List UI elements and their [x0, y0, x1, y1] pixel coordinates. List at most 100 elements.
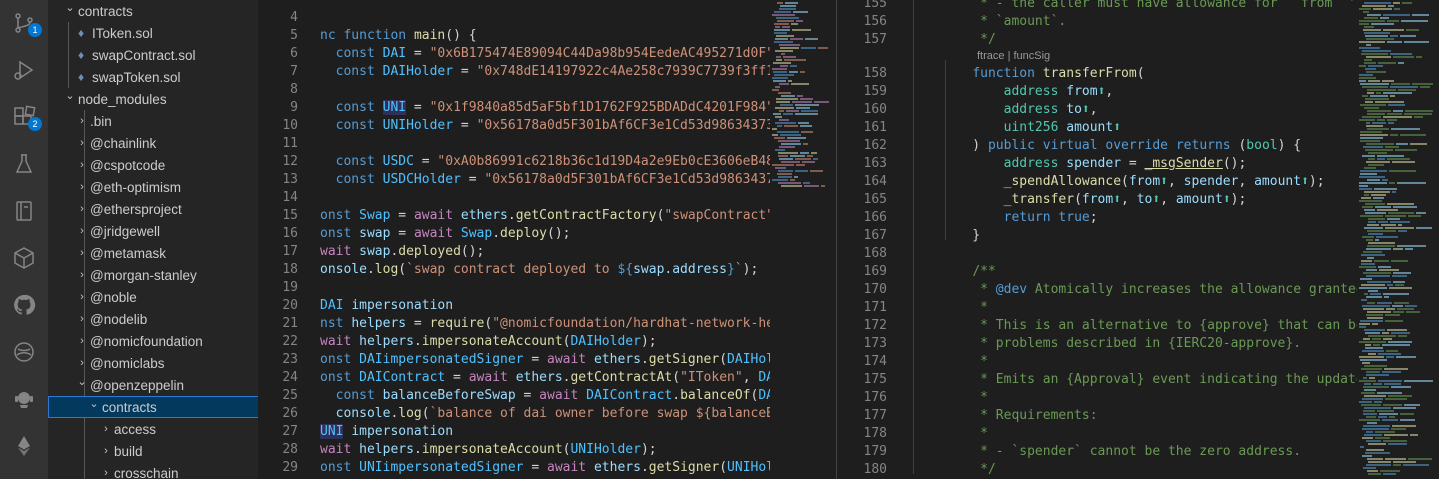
folder-item[interactable]: › build — [48, 440, 258, 462]
code-line[interactable]: 10 const UNIHolder = "0x56178a0d5F301bAf… — [258, 117, 770, 135]
codelens[interactable]: ftrace | funcSig — [977, 50, 1050, 62]
run-debug-icon[interactable] — [8, 54, 40, 86]
folder-item[interactable]: › .bin — [48, 110, 258, 132]
code-line[interactable]: 180 */ — [837, 461, 1357, 479]
code-line[interactable]: 16 onst swap = await Swap.deploy(); — [258, 225, 770, 243]
folder-item[interactable]: › @morgan-stanley — [48, 264, 258, 286]
code-line[interactable]: 158 function transferFrom( — [837, 65, 1357, 83]
code-line[interactable]: 11 — [258, 135, 770, 153]
folder-item[interactable]: › @cspotcode — [48, 154, 258, 176]
minimap-line — [1368, 152, 1387, 154]
folder-item[interactable]: › @chainlink — [48, 132, 258, 154]
testing-icon[interactable] — [8, 148, 40, 180]
code-line[interactable]: 5 nc function main() { — [258, 27, 770, 45]
code-line[interactable]: 28 wait helpers.impersonateAccount(UNIHol… — [258, 441, 770, 459]
code-line[interactable]: 9 const UNI = "0x1f9840a85d5aF5bf1D1762F… — [258, 99, 770, 117]
code-line[interactable]: 19 — [258, 279, 770, 297]
folder-item[interactable]: ⌄ @openzeppelin — [48, 374, 258, 396]
folder-item[interactable]: ⌄ node_modules — [48, 88, 258, 110]
code-line[interactable]: 14 — [258, 189, 770, 207]
line-number: 20 — [282, 298, 298, 313]
code-line[interactable]: 8 — [258, 81, 770, 99]
code-line[interactable]: 6 const DAI = "0x6B175474E89094C44Da98b9… — [258, 45, 770, 63]
package-icon[interactable] — [8, 242, 40, 274]
code-line[interactable]: 171 * — [837, 299, 1357, 317]
code-line[interactable]: 20 DAI impersonation — [258, 297, 770, 315]
code-line[interactable]: 166 return true; — [837, 209, 1357, 227]
code-line[interactable]: 12 const USDC = "0xA0b86991c6218b36c1d19… — [258, 153, 770, 171]
folder-item[interactable]: ⌄ contracts — [48, 396, 258, 418]
code-line[interactable]: 178 * — [837, 425, 1357, 443]
folder-item[interactable]: ⌄ contracts — [48, 0, 258, 22]
minimap-line — [798, 122, 809, 124]
notebook-icon[interactable] — [8, 195, 40, 227]
code-line[interactable]: 167 } — [837, 227, 1357, 245]
code-line[interactable]: 155 * - the caller must have allowance f… — [837, 0, 1357, 13]
code-line[interactable]: 7 const DAIHolder = "0x748dE14197922c4Ae… — [258, 63, 770, 81]
code-line[interactable]: 157 */ — [837, 31, 1357, 49]
code-line[interactable]: 165 _transfer(from⬆, to⬆, amount⬆); — [837, 191, 1357, 209]
code-line[interactable]: 175 * Emits an {Approval} event indicati… — [837, 371, 1357, 389]
source-control-icon[interactable]: 1 — [8, 7, 42, 39]
folder-item[interactable]: › @nodelib — [48, 308, 258, 330]
minimap-line — [1359, 23, 1369, 25]
minimap-line — [1398, 62, 1404, 64]
remote-icon[interactable] — [8, 383, 40, 415]
database-icon[interactable] — [8, 336, 40, 368]
code-line[interactable]: 163 address spender = _msgSender(); — [837, 155, 1357, 173]
minimap-line — [773, 113, 781, 115]
code-line[interactable]: 13 const USDCHolder = "0x56178a0d5F301bA… — [258, 171, 770, 189]
folder-item[interactable]: › @jridgewell — [48, 220, 258, 242]
extensions-icon[interactable]: 2 — [8, 101, 42, 133]
ethereum-icon[interactable] — [8, 430, 40, 462]
file-item[interactable]: ♦ swapToken.sol — [48, 66, 258, 88]
minimap-left[interactable] — [770, 0, 836, 479]
code-line[interactable]: 15 onst Swap = await ethers.getContractFa… — [258, 207, 770, 225]
code-line[interactable]: 161 uint256 amount⬆ — [837, 119, 1357, 137]
code-line[interactable]: 159 address from⬆, — [837, 83, 1357, 101]
code-line[interactable]: 172 * This is an alternative to {approve… — [837, 317, 1357, 335]
code-line[interactable]: 170 * @dev Atomically increases the allo… — [837, 281, 1357, 299]
line-number: 171 — [863, 300, 887, 315]
code-line[interactable]: 21 nst helpers = require("@nomicfoundatio… — [258, 315, 770, 333]
code-line[interactable]: 24 onst DAIContract = await ethers.getCon… — [258, 369, 770, 387]
minimap-line — [1416, 212, 1426, 214]
code-line[interactable]: 18 onsole.log(`swap contract deployed to … — [258, 261, 770, 279]
github-icon[interactable] — [8, 289, 40, 321]
code-line[interactable]: 26 console.log(`balance of dai owner bef… — [258, 405, 770, 423]
code-line[interactable]: 160 address to⬆, — [837, 101, 1357, 119]
code-line[interactable]: 27 UNI impersonation — [258, 423, 770, 441]
code-line[interactable]: 156 * `amount`. — [837, 13, 1357, 31]
code-line[interactable]: 17 wait swap.deployed(); — [258, 243, 770, 261]
code-line[interactable]: 164 _spendAllowance(from⬆, spender, amou… — [837, 173, 1357, 191]
file-item[interactable]: ♦ swapContract.sol — [48, 44, 258, 66]
minimap-right[interactable] — [1357, 0, 1439, 479]
chevron-right-icon: › — [80, 115, 84, 127]
folder-item[interactable]: › @nomiclabs — [48, 352, 258, 374]
folder-item[interactable]: › @eth-optimism — [48, 176, 258, 198]
code-line[interactable]: 4 — [258, 9, 770, 27]
folder-item[interactable]: › crosschain — [48, 462, 258, 479]
code-line[interactable]: 168 — [837, 245, 1357, 263]
code-line[interactable]: 25 const balanceBeforeSwap = await DAICo… — [258, 387, 770, 405]
explorer-sidebar: ⌄ contracts ♦ IToken.sol ♦ swapContract.sol ♦ s… — [48, 0, 258, 479]
folder-item[interactable]: › @nomicfoundation — [48, 330, 258, 352]
code-line[interactable]: 177 * Requirements: — [837, 407, 1357, 425]
code-line[interactable]: 173 * problems described in {IERC20-appr… — [837, 335, 1357, 353]
code-line[interactable]: 169 /** — [837, 263, 1357, 281]
file-item[interactable]: ♦ IToken.sol — [48, 22, 258, 44]
folder-item[interactable]: › @noble — [48, 286, 258, 308]
code-line[interactable]: 179 * - `spender` cannot be the zero add… — [837, 443, 1357, 461]
editor-right[interactable]: 155 * - the caller must have allowance f… — [837, 0, 1357, 479]
code-line[interactable]: 174 * — [837, 353, 1357, 371]
code-line[interactable]: 23 onst DAIimpersonatedSigner = await eth… — [258, 351, 770, 369]
folder-item[interactable]: › @ethersproject — [48, 198, 258, 220]
folder-item[interactable]: › @metamask — [48, 242, 258, 264]
folder-item[interactable]: › access — [48, 418, 258, 440]
code-line[interactable]: 29 onst UNIimpersonatedSigner = await eth… — [258, 459, 770, 477]
editor-left[interactable]: 4 5 nc function main() {6 const DAI = "0x6… — [258, 0, 770, 479]
code-line[interactable]: 176 * — [837, 389, 1357, 407]
code-line[interactable]: 162 ) public virtual override returns (b… — [837, 137, 1357, 155]
code-line[interactable]: 22 wait helpers.impersonateAccount(DAIHol… — [258, 333, 770, 351]
code-text: _spendAllowance(from⬆, spender, amount⬆)… — [1003, 174, 1325, 189]
